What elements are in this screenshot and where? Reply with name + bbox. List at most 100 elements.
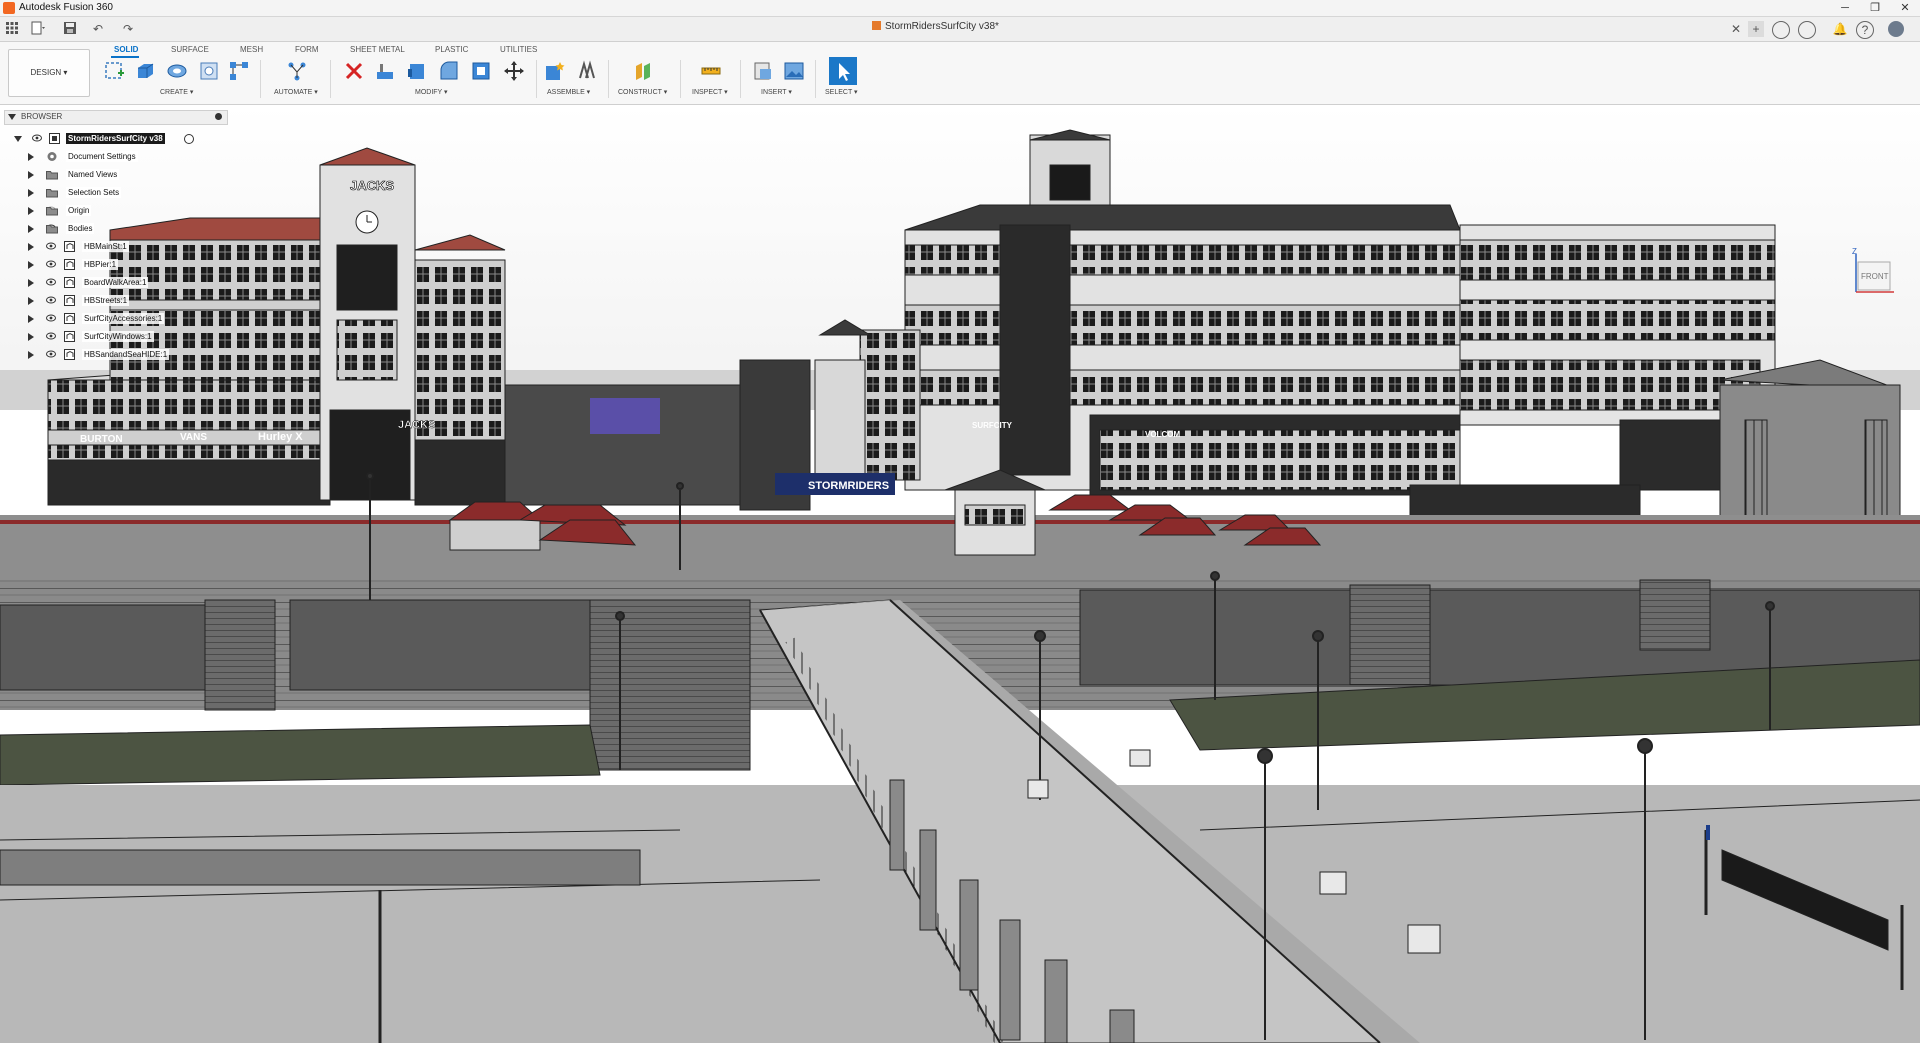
offset-plane-icon[interactable]	[633, 60, 655, 82]
tree-item[interactable]: Bodies	[0, 222, 230, 236]
expand-icon[interactable]	[28, 315, 34, 323]
visibility-eye-icon[interactable]	[46, 260, 56, 268]
tab-form[interactable]: FORM	[295, 45, 319, 54]
component-icon	[64, 349, 75, 360]
group-assemble-label[interactable]: ASSEMBLE ▾	[547, 88, 590, 96]
expand-icon[interactable]	[28, 171, 34, 179]
redo-icon[interactable]: ↷	[120, 21, 136, 37]
expand-icon[interactable]	[28, 207, 34, 215]
document-tab[interactable]: StormRidersSurfCity v38*	[872, 21, 999, 32]
canvas-viewport[interactable]: JACKS BURTON VANS Hurley X JACKS VOLCOM …	[0, 105, 1920, 1043]
ribbon-divider	[536, 60, 537, 98]
visibility-eye-icon[interactable]	[32, 134, 42, 142]
save-icon[interactable]	[62, 21, 78, 37]
tree-item[interactable]: BoardWalkArea:1	[0, 276, 230, 290]
avatar[interactable]	[1888, 21, 1904, 37]
hole-icon[interactable]	[198, 60, 220, 82]
browser-panel: BROWSER StormRidersSurfCity v38 Document…	[0, 110, 230, 366]
app-grid-icon[interactable]	[4, 21, 20, 37]
tree-item[interactable]: HBPier:1	[0, 258, 230, 272]
expand-icon[interactable]	[28, 297, 34, 305]
tab-solid[interactable]: SOLID	[114, 45, 138, 54]
job-status-icon[interactable]	[1772, 21, 1790, 39]
expand-icon[interactable]	[28, 153, 34, 161]
tab-sheet-metal[interactable]: SHEET METAL	[350, 45, 405, 54]
create-sketch-icon[interactable]	[104, 60, 126, 82]
chamfer-icon[interactable]	[438, 60, 460, 82]
tree-item[interactable]: Document Settings	[0, 150, 230, 164]
component-icon	[64, 259, 75, 270]
expand-icon[interactable]	[28, 261, 34, 269]
measure-icon[interactable]	[700, 60, 722, 82]
group-construct-label[interactable]: CONSTRUCT ▾	[618, 88, 667, 96]
tab-plastic[interactable]: PLASTIC	[435, 45, 468, 54]
tree-item[interactable]: Selection Sets	[0, 186, 230, 200]
new-component-icon[interactable]	[543, 60, 565, 82]
delete-icon[interactable]	[343, 60, 365, 82]
group-insert-label[interactable]: INSERT ▾	[761, 88, 792, 96]
undo-icon[interactable]: ↶	[90, 21, 106, 37]
group-modify-label[interactable]: MODIFY ▾	[415, 88, 448, 96]
notifications-icon[interactable]: 🔔	[1832, 21, 1848, 37]
automate-icon[interactable]	[286, 60, 308, 82]
visibility-eye-icon[interactable]	[46, 332, 56, 340]
help-icon[interactable]: ?	[1856, 21, 1874, 39]
browser-header[interactable]: BROWSER	[4, 110, 228, 125]
tab-surface[interactable]: SURFACE	[171, 45, 209, 54]
collapse-icon[interactable]	[14, 136, 22, 142]
insert-derive-icon[interactable]	[752, 60, 774, 82]
visibility-eye-icon[interactable]	[46, 296, 56, 304]
document-component-icon	[49, 133, 60, 144]
view-cube[interactable]: Z FRONT	[1848, 247, 1898, 298]
press-pull-icon[interactable]	[374, 60, 396, 82]
tree-item[interactable]: Origin	[0, 204, 230, 218]
collapse-browser-icon[interactable]	[8, 114, 16, 120]
expand-icon[interactable]	[28, 189, 34, 197]
fusion-logo-icon	[3, 2, 15, 14]
expand-icon[interactable]	[28, 279, 34, 287]
group-select-label[interactable]: SELECT ▾	[825, 88, 858, 96]
visibility-eye-icon[interactable]	[46, 278, 56, 286]
expand-icon[interactable]	[28, 333, 34, 341]
revolve-icon[interactable]	[166, 60, 188, 82]
tree-item[interactable]: SurfCityWindows:1	[0, 330, 230, 344]
group-inspect-label[interactable]: INSPECT ▾	[692, 88, 728, 96]
extensions-icon[interactable]	[1798, 21, 1816, 39]
pattern-icon[interactable]	[228, 60, 250, 82]
expand-icon[interactable]	[28, 243, 34, 251]
move-copy-icon[interactable]	[503, 60, 525, 82]
tree-item[interactable]: HBSandandSeaHIDE:1	[0, 348, 230, 362]
activate-radio-icon[interactable]	[184, 134, 194, 144]
select-icon[interactable]	[829, 57, 857, 85]
file-menu-icon[interactable]	[30, 21, 46, 37]
shell-icon[interactable]	[470, 60, 492, 82]
sign-burton: BURTON	[80, 434, 123, 445]
tree-item[interactable]: HBMainSt:1	[0, 240, 230, 254]
browser-pin-icon[interactable]	[215, 113, 222, 120]
group-automate-label[interactable]: AUTOMATE ▾	[274, 88, 318, 96]
expand-icon[interactable]	[28, 225, 34, 233]
new-tab-icon[interactable]: +	[1748, 21, 1764, 37]
visibility-eye-icon[interactable]	[46, 314, 56, 322]
tab-utilities[interactable]: UTILITIES	[500, 45, 537, 54]
close-window-button[interactable]: ✕	[1890, 0, 1920, 16]
visibility-eye-icon[interactable]	[46, 242, 56, 250]
browser-title: BROWSER	[21, 112, 63, 121]
maximize-button[interactable]: ❐	[1860, 0, 1890, 16]
tree-root[interactable]: StormRidersSurfCity v38	[0, 132, 230, 146]
joint-icon[interactable]	[576, 60, 598, 82]
tab-mesh[interactable]: MESH	[240, 45, 263, 54]
workspace-switcher-button[interactable]: DESIGN ▾	[8, 49, 90, 97]
insert-canvas-icon[interactable]	[783, 60, 805, 82]
visibility-eye-icon[interactable]	[46, 350, 56, 358]
tree-item[interactable]: Named Views	[0, 168, 230, 182]
component-icon	[64, 295, 75, 306]
extrude-icon[interactable]	[134, 60, 156, 82]
group-create-label[interactable]: CREATE ▾	[160, 88, 193, 96]
tree-item[interactable]: SurfCityAccessories:1	[0, 312, 230, 326]
fillet-icon[interactable]	[406, 60, 428, 82]
minimize-button[interactable]: ─	[1830, 0, 1860, 16]
close-tab-icon[interactable]: ✕	[1728, 21, 1744, 37]
tree-item[interactable]: HBStreets:1	[0, 294, 230, 308]
expand-icon[interactable]	[28, 351, 34, 359]
